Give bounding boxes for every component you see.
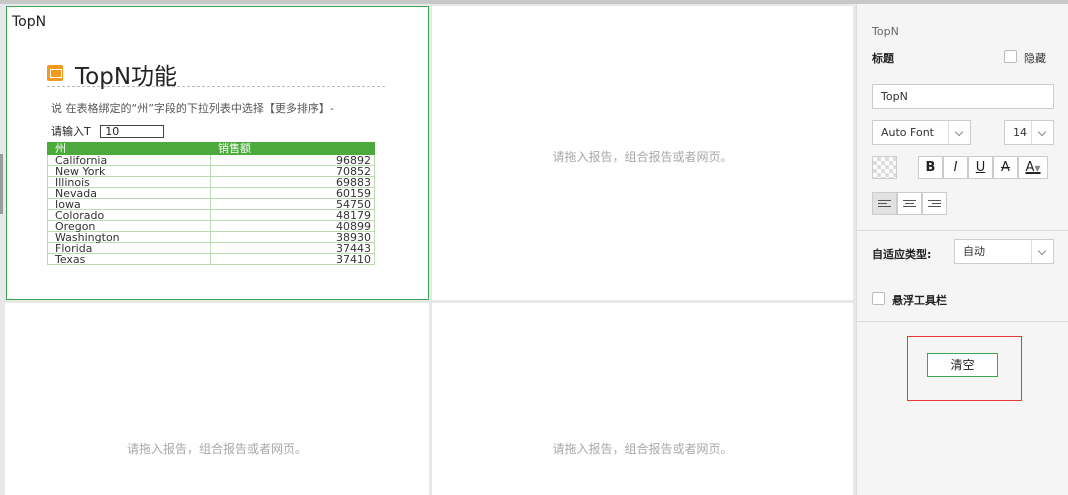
table-row: Nevada 60159 xyxy=(47,187,375,199)
cell-state: Colorado xyxy=(47,209,211,221)
alignment-group xyxy=(872,192,947,215)
table-header-row: 州 销售额 xyxy=(47,142,375,155)
topn-input-row: 请输入T 10 xyxy=(51,123,165,139)
title-label: 标题 xyxy=(872,52,894,65)
table-row: Washington 38930 xyxy=(47,231,375,243)
cell-sales: 70852 xyxy=(210,165,375,177)
cell-sales: 40899 xyxy=(210,220,375,232)
strikethrough-button[interactable]: A xyxy=(993,156,1018,179)
divider xyxy=(857,321,1068,322)
report-header: TopN功能 xyxy=(47,57,385,90)
adapt-type-select[interactable]: 自动 xyxy=(954,239,1054,264)
cell-sales: 38930 xyxy=(210,231,375,243)
title-input[interactable]: TopN xyxy=(872,84,1054,109)
chevron-down-icon xyxy=(1031,121,1053,144)
cell-sales: 48179 xyxy=(210,209,375,221)
cell-state: Illinois xyxy=(47,176,211,188)
table-row: Oregon 40899 xyxy=(47,220,375,232)
table-row: Texas 37410 xyxy=(47,253,375,265)
cell-state: Florida xyxy=(47,242,211,254)
highlight-box: 清空 xyxy=(907,336,1022,401)
panel-title: TopN xyxy=(872,25,899,38)
float-toolbar-checkbox[interactable] xyxy=(872,292,885,305)
properties-panel: TopN 标题 隐藏 TopN Auto Font 14 B I U A A▼ … xyxy=(856,4,1068,495)
font-family-select[interactable]: Auto Font xyxy=(872,120,971,145)
cell-state: Texas xyxy=(47,253,211,265)
align-right-button[interactable] xyxy=(922,192,947,215)
align-left-button[interactable] xyxy=(872,192,897,215)
report-table: 州 销售额 California 96892 New York 70852 Illi… xyxy=(47,142,375,265)
align-center-button[interactable] xyxy=(897,192,922,215)
cell-state: California xyxy=(47,154,211,166)
cell-sales: 37443 xyxy=(210,242,375,254)
adapt-type-value: 自动 xyxy=(963,245,985,258)
chevron-down-icon xyxy=(1031,240,1053,263)
font-size-select[interactable]: 14 xyxy=(1004,120,1054,145)
dashboard-cell-empty[interactable]: 请拖入报告，组合报告或者网页。 xyxy=(432,303,853,495)
cell-sales: 54750 xyxy=(210,198,375,210)
column-header-state[interactable]: 州 xyxy=(47,142,211,155)
cell-sales: 96892 xyxy=(210,154,375,166)
table-row: California 96892 xyxy=(47,154,375,166)
font-color-button[interactable]: A▼ xyxy=(1018,156,1048,179)
report-description: 说 在表格绑定的“州”字段的下拉列表中选择【更多排序】- xyxy=(51,102,334,115)
report-icon xyxy=(47,65,63,81)
font-family-value: Auto Font xyxy=(881,126,934,139)
divider xyxy=(857,230,1068,231)
cell-sales: 69883 xyxy=(210,176,375,188)
cell-sales: 37410 xyxy=(210,253,375,265)
underline-button[interactable]: U xyxy=(968,156,993,179)
topn-input-label: 请输入T xyxy=(51,125,91,138)
float-toolbar-label: 悬浮工具栏 xyxy=(892,294,947,307)
caret-down-icon: ▼ xyxy=(1034,164,1041,173)
cell-title: TopN xyxy=(12,14,47,30)
cell-state: Nevada xyxy=(47,187,211,199)
italic-button[interactable]: I xyxy=(943,156,968,179)
column-header-sales[interactable]: 销售额 xyxy=(210,142,375,155)
bold-button[interactable]: B xyxy=(918,156,943,179)
hide-label: 隐藏 xyxy=(1024,52,1046,65)
dashboard-cell-empty[interactable]: 请拖入报告，组合报告或者网页。 xyxy=(432,6,853,300)
dashboard-canvas: TopN TopN功能 说 在表格绑定的“州”字段的下拉列表中选择【更多排序】-… xyxy=(0,4,856,495)
adapt-type-label: 自适应类型: xyxy=(872,248,932,261)
hide-checkbox[interactable] xyxy=(1004,50,1017,63)
cell-state: Iowa xyxy=(47,198,211,210)
chevron-down-icon xyxy=(948,121,970,144)
cell-state: Washington xyxy=(47,231,211,243)
empty-cell-hint: 请拖入报告，组合报告或者网页。 xyxy=(126,442,307,456)
font-size-value: 14 xyxy=(1013,126,1027,139)
cell-sales: 60159 xyxy=(210,187,375,199)
empty-cell-hint: 请拖入报告，组合报告或者网页。 xyxy=(552,442,733,456)
clear-button[interactable]: 清空 xyxy=(927,353,998,377)
topn-input[interactable]: 10 xyxy=(100,124,165,138)
report-title: TopN功能 xyxy=(75,64,178,90)
table-row: Illinois 69883 xyxy=(47,176,375,188)
dashboard-cell-empty[interactable]: 请拖入报告，组合报告或者网页。 xyxy=(5,303,429,495)
table-row: Iowa 54750 xyxy=(47,198,375,210)
table-row: Colorado 48179 xyxy=(47,209,375,221)
background-color-button[interactable] xyxy=(872,156,897,179)
text-format-group: B I U A A▼ xyxy=(918,156,1048,179)
resize-handle[interactable] xyxy=(0,154,3,214)
cell-state: Oregon xyxy=(47,220,211,232)
table-row: New York 70852 xyxy=(47,165,375,177)
cell-state: New York xyxy=(47,165,211,177)
dashboard-cell-topn[interactable]: TopN TopN功能 说 在表格绑定的“州”字段的下拉列表中选择【更多排序】-… xyxy=(6,6,429,300)
empty-cell-hint: 请拖入报告，组合报告或者网页。 xyxy=(552,150,733,164)
table-row: Florida 37443 xyxy=(47,242,375,254)
